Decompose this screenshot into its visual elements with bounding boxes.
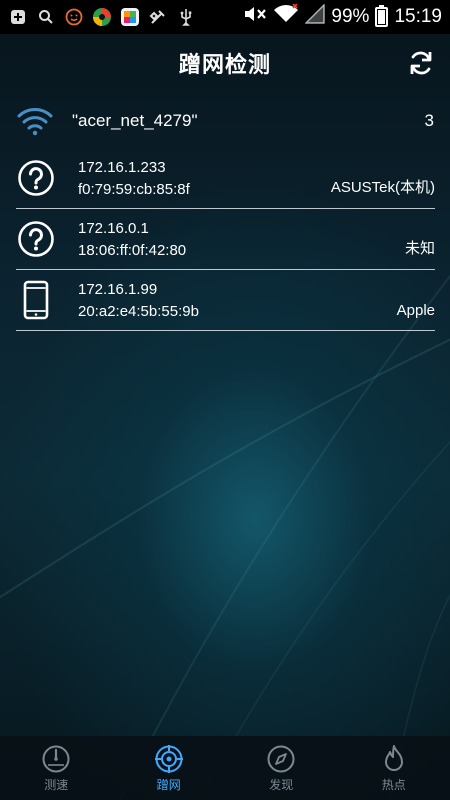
network-header: "acer_net_4279" 3 bbox=[0, 96, 450, 146]
tab-hotspot[interactable]: 热点 bbox=[338, 736, 450, 800]
gallery-app-icon bbox=[120, 7, 140, 27]
mute-icon bbox=[243, 4, 267, 30]
device-mac: 20:a2:e4:5b:55:9b bbox=[78, 302, 199, 320]
speedometer-icon bbox=[42, 745, 70, 772]
usb-icon bbox=[176, 7, 196, 27]
device-ip: 172.16.1.99 bbox=[78, 280, 158, 298]
tab-wifi-check[interactable]: 蹭网 bbox=[113, 736, 226, 800]
add-notification-icon bbox=[8, 7, 28, 27]
battery-icon bbox=[375, 5, 389, 27]
tab-discover[interactable]: 发现 bbox=[225, 736, 338, 800]
device-vendor: 未知 bbox=[404, 240, 435, 257]
compass-icon bbox=[267, 745, 295, 772]
status-bar: 99% 15:19 bbox=[0, 0, 450, 34]
phone-icon bbox=[16, 278, 56, 322]
tab-label: 测速 bbox=[44, 777, 69, 792]
wifi-status-icon bbox=[273, 3, 299, 30]
device-ip: 172.16.1.233 bbox=[78, 158, 166, 176]
device-mac: f0:79:59:cb:85:8f bbox=[78, 180, 190, 198]
list-item[interactable]: 172.16.1.99 20:a2:e4:5b:55:9b Apple bbox=[16, 270, 435, 331]
signal-icon bbox=[304, 3, 326, 30]
clock: 15:19 bbox=[394, 6, 442, 27]
tab-speedtest[interactable]: 测速 bbox=[0, 736, 113, 800]
tools-icon bbox=[148, 7, 168, 27]
refresh-icon[interactable] bbox=[406, 48, 436, 78]
device-vendor: Apple bbox=[396, 302, 435, 319]
wifi-icon bbox=[16, 106, 54, 136]
device-ip: 172.16.0.1 bbox=[78, 219, 149, 237]
bottom-nav: 测速 蹭网 发现 热点 bbox=[0, 736, 450, 800]
search-icon bbox=[36, 7, 56, 27]
device-list: 172.16.1.233 f0:79:59:cb:85:8f ASUSTek(本… bbox=[16, 148, 435, 331]
page-title: 蹭网检测 bbox=[178, 52, 271, 77]
device-vendor: ASUSTek(本机) bbox=[330, 179, 435, 196]
question-icon bbox=[16, 217, 56, 261]
target-icon bbox=[154, 744, 183, 773]
list-item[interactable]: 172.16.0.1 18:06:ff:0f:42:80 未知 bbox=[16, 209, 435, 270]
tab-label: 热点 bbox=[381, 777, 406, 792]
emoji-app-icon bbox=[64, 7, 84, 27]
device-count: 3 bbox=[424, 111, 434, 130]
list-item[interactable]: 172.16.1.233 f0:79:59:cb:85:8f ASUSTek(本… bbox=[16, 148, 435, 209]
device-mac: 18:06:ff:0f:42:80 bbox=[78, 241, 187, 259]
flame-icon bbox=[384, 744, 403, 771]
tab-label: 发现 bbox=[269, 777, 294, 792]
question-icon bbox=[16, 156, 56, 200]
title-bar: 蹭网检测 bbox=[0, 34, 450, 92]
network-ssid: "acer_net_4279" bbox=[72, 111, 198, 130]
tab-label: 蹭网 bbox=[156, 777, 181, 792]
battery-text: 99% bbox=[331, 6, 370, 27]
color-app-icon bbox=[92, 7, 112, 27]
